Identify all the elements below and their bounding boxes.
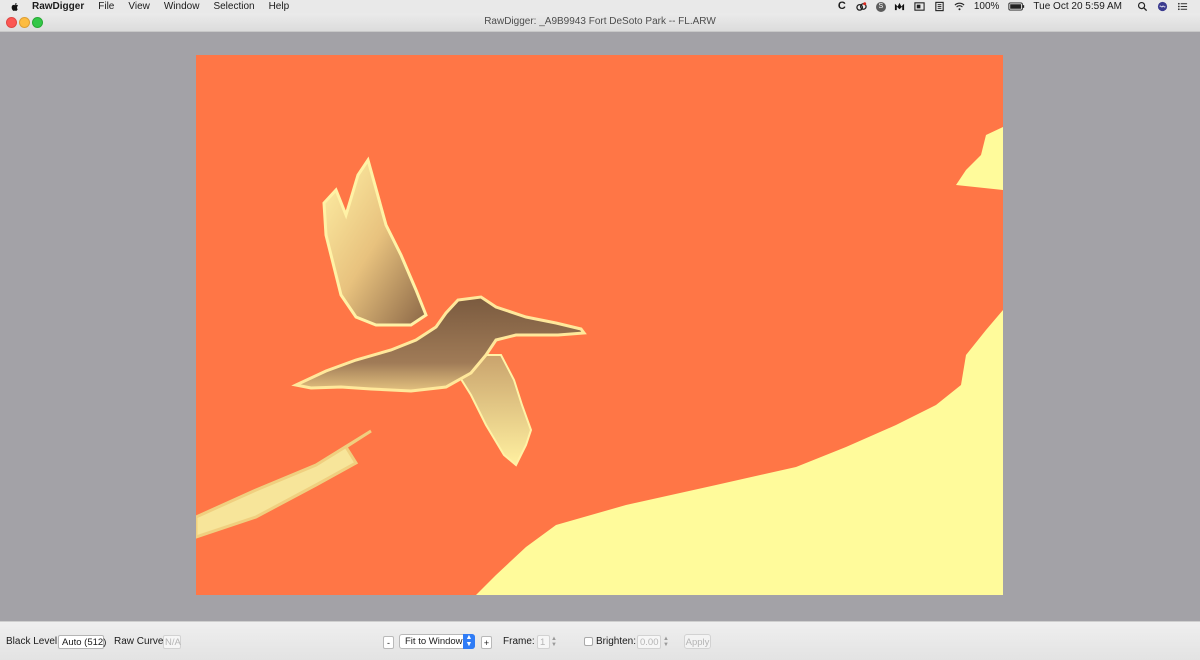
menu-view[interactable]: View [128,0,150,13]
battery-icon[interactable] [1007,1,1025,12]
zoom-in-button[interactable]: + [481,636,492,649]
brighten-checkbox[interactable] [584,637,593,646]
menu-extra-icon[interactable] [934,1,946,12]
bottom-toolbar: Black Level: Auto (512) Raw Curve: N/A -… [0,621,1200,660]
apple-icon[interactable] [10,2,20,12]
black-level-field[interactable]: Auto (512) [58,635,106,649]
frame-label: Frame: [503,636,535,647]
brighten-stepper-icon[interactable]: ▲ ▼ [663,636,669,648]
window-titlebar[interactable]: RawDigger: _A9B9943 Fort DeSoto Park -- … [0,13,1200,32]
menu-file[interactable]: File [98,0,114,13]
zoom-out-button[interactable]: - [383,636,394,649]
menu-help[interactable]: Help [269,0,290,13]
creative-cloud-icon[interactable] [856,1,868,12]
menu-window[interactable]: Window [164,0,200,13]
frame-field[interactable]: 1 [537,635,550,649]
window-title: RawDigger: _A9B9943 Fort DeSoto Park -- … [484,16,716,27]
battery-percent: 100% [973,1,1000,12]
malwarebytes-icon[interactable] [894,1,906,12]
raw-image-preview[interactable] [196,55,1003,595]
raw-curve-field[interactable]: N/A [163,635,181,649]
zoom-mode-value: Fit to Window [405,636,463,647]
notification-center-icon[interactable] [1176,1,1188,12]
display-icon[interactable] [914,1,926,12]
menu-selection[interactable]: Selection [213,0,254,13]
black-level-label: Black Level: [6,636,60,647]
spotlight-search-icon[interactable] [1136,1,1148,12]
wifi-icon[interactable] [954,1,966,12]
siri-icon[interactable] [1156,1,1168,12]
s-app-icon[interactable]: S [875,1,886,12]
c-app-icon[interactable]: C [836,1,848,12]
brighten-field[interactable]: 0.00 [637,635,661,649]
zoom-mode-popup[interactable]: Fit to Window ▲ ▼ [399,634,475,649]
frame-stepper-icon[interactable]: ▲ ▼ [551,636,557,648]
menu-app-rawdigger[interactable]: RawDigger [32,0,84,13]
popup-arrows-icon: ▲ ▼ [463,634,475,649]
brighten-label: Brighten: [596,636,637,647]
menu-bar: RawDigger File View Window Selection Hel… [0,0,1200,13]
raw-curve-label: Raw Curve: [114,636,167,647]
apply-button[interactable]: Apply [684,634,711,649]
menubar-clock[interactable]: Tue Oct 20 5:59 AM [1033,0,1122,13]
